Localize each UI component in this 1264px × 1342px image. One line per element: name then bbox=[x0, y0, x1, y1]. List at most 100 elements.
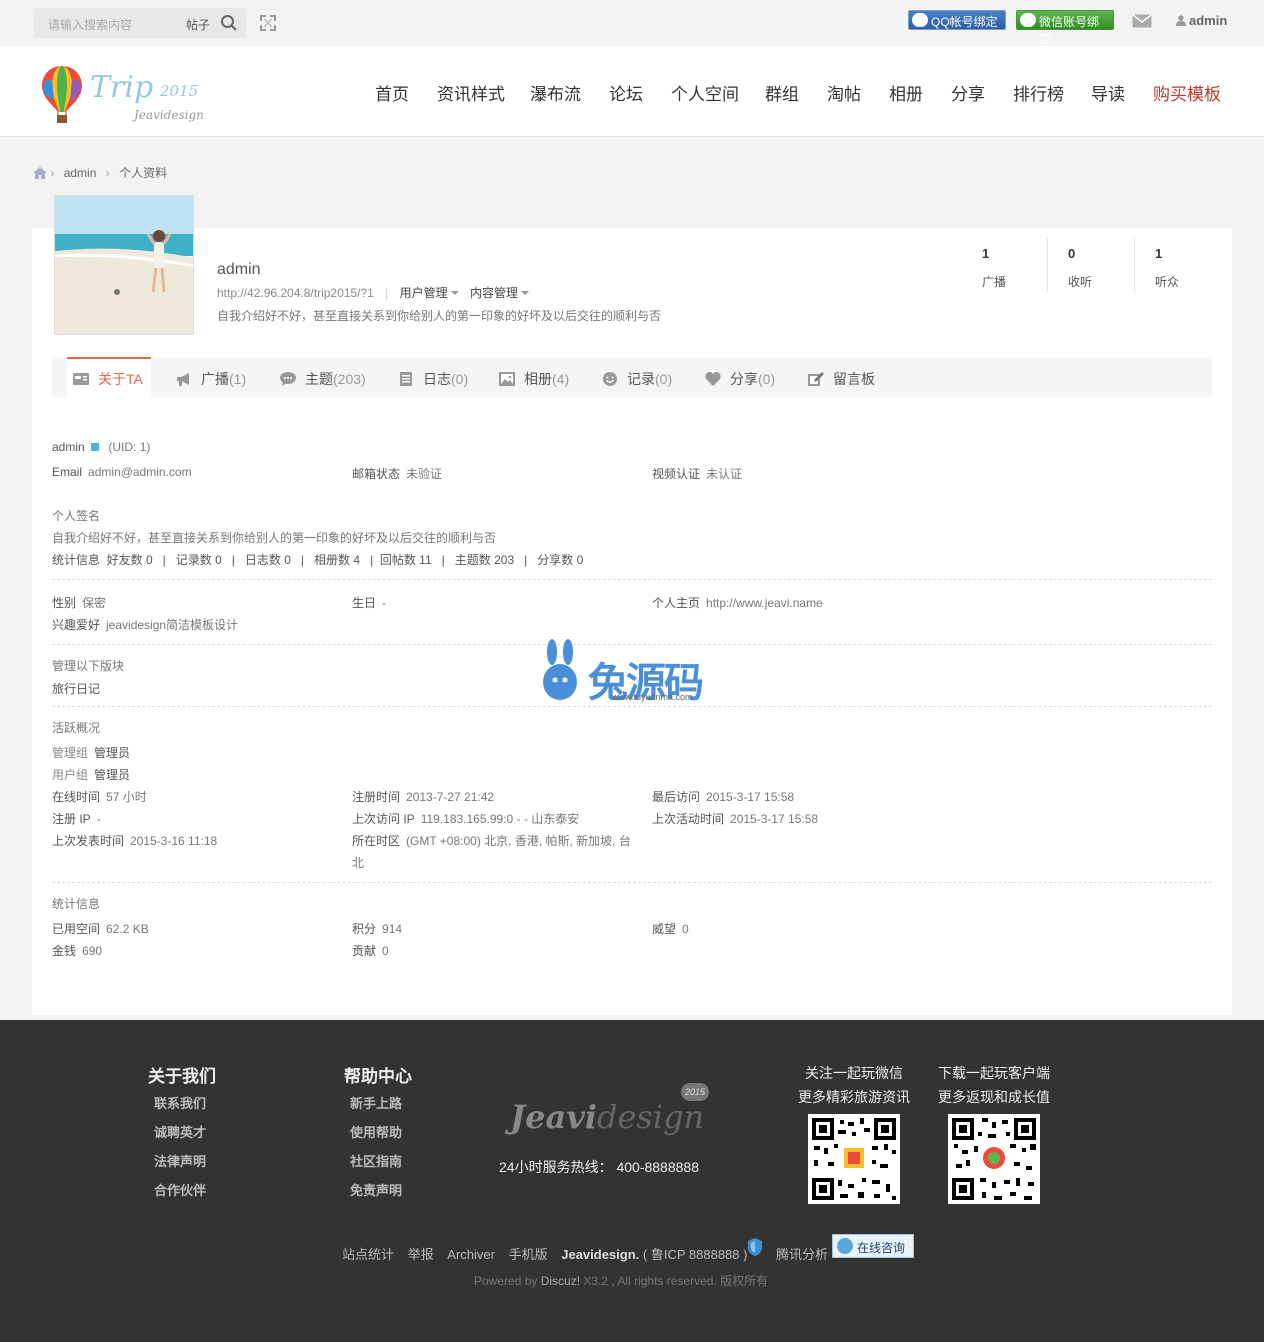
footer-link-jobs[interactable]: 诚聘英才 bbox=[154, 1122, 206, 1141]
shield-icon[interactable] bbox=[747, 1238, 763, 1256]
tab-label: 分享 bbox=[730, 371, 758, 387]
nav-space[interactable]: 个人空间 bbox=[671, 80, 739, 105]
managed-forum-link[interactable]: 旅行日记 bbox=[52, 680, 100, 697]
tab-broadcast[interactable]: 广播(1) bbox=[176, 357, 246, 397]
heart-icon bbox=[705, 372, 721, 386]
admin-group-value[interactable]: 管理员 bbox=[94, 746, 130, 760]
nav-ranking[interactable]: 排行榜 bbox=[1013, 80, 1064, 105]
tencent-analytics-link[interactable]: 腾讯分析 bbox=[776, 1244, 828, 1263]
smiley-icon bbox=[603, 372, 617, 386]
app-qr-subtitle: 更多返现和成长值 bbox=[938, 1089, 1050, 1105]
tab-label: 留言板 bbox=[833, 371, 875, 387]
search-scope-select[interactable]: 帖子 bbox=[186, 16, 210, 33]
footer-link-contact[interactable]: 联系我们 bbox=[154, 1093, 206, 1112]
divider bbox=[52, 579, 1212, 580]
tab-label: 记录 bbox=[627, 371, 655, 387]
prestige-row: 威望 0 bbox=[652, 920, 689, 937]
tab-album[interactable]: 相册(4) bbox=[499, 357, 569, 397]
admin-group-row: 管理组 管理员 bbox=[52, 744, 130, 761]
footer-link-report[interactable]: 举报 bbox=[408, 1247, 434, 1262]
tab-guestbook[interactable]: 留言板 bbox=[808, 357, 875, 397]
nav-album[interactable]: 相册 bbox=[889, 80, 923, 105]
footer-hotline: 24小时服务热线： 400-8888888 bbox=[499, 1159, 699, 1175]
stat-followers[interactable]: 1 听众 bbox=[1155, 246, 1241, 292]
nav-buy-template[interactable]: 购买模板 bbox=[1153, 80, 1221, 105]
tab-blog[interactable]: 日志(0) bbox=[398, 357, 468, 397]
footer-icp[interactable]: ( 鲁ICP 8888888 ) bbox=[643, 1247, 748, 1262]
hobby-value: jeavidesign简洁模板设计 bbox=[106, 618, 239, 632]
tab-threads[interactable]: 主题(203) bbox=[280, 357, 366, 397]
last-active-row: 上次活动时间 2015-3-17 15:58 bbox=[652, 810, 818, 827]
online-time-value: 57 小时 bbox=[106, 790, 147, 804]
wechat-bind-button[interactable]: 微信账号绑定 bbox=[1016, 10, 1114, 46]
nav-collection[interactable]: 淘帖 bbox=[827, 80, 861, 105]
search-box[interactable]: 请输入搜索内容 帖子 bbox=[34, 8, 246, 38]
user-group-value[interactable]: 管理员 bbox=[94, 768, 130, 782]
tab-share[interactable]: 分享(0) bbox=[705, 357, 775, 397]
homepage-row: 个人主页 http://www.jeavi.name bbox=[652, 594, 823, 611]
home-icon[interactable] bbox=[33, 167, 47, 179]
reg-ip-row: 注册 IP - bbox=[52, 810, 101, 827]
search-icon[interactable] bbox=[220, 14, 238, 32]
discuz-link[interactable]: Discuz! bbox=[541, 1274, 580, 1288]
last-ip-value: 119.183.165.99:0 - - 山东泰安 bbox=[420, 812, 580, 826]
qq-bind-button[interactable]: QQ帐号绑定 bbox=[908, 10, 1006, 30]
homepage-key: 个人主页 bbox=[652, 596, 701, 610]
footer-link-partners[interactable]: 合作伙伴 bbox=[154, 1180, 206, 1199]
footer-link-mobile[interactable]: 手机版 bbox=[509, 1247, 548, 1262]
contribution-row: 贡献 0 bbox=[352, 942, 389, 959]
statistics-title: 统计信息 bbox=[52, 897, 101, 911]
tab-records[interactable]: 记录(0) bbox=[602, 357, 672, 397]
email-key: Email bbox=[52, 465, 83, 479]
nav-share[interactable]: 分享 bbox=[951, 80, 985, 105]
profile-url[interactable]: http://42.96.204.8/trip2015/?1 bbox=[217, 286, 374, 300]
online-consult-button[interactable]: 在线咨询 bbox=[832, 1234, 914, 1258]
footer-brand[interactable]: Jeavidesign. bbox=[561, 1247, 639, 1262]
homepage-link[interactable]: http://www.jeavi.name bbox=[706, 596, 823, 610]
tab-about[interactable]: 关于TA bbox=[67, 357, 151, 397]
user-management-dropdown[interactable]: 用户管理 bbox=[400, 286, 448, 300]
footer-link-help[interactable]: 使用帮助 bbox=[350, 1122, 402, 1141]
footer-link-newbie[interactable]: 新手上路 bbox=[350, 1093, 402, 1112]
stat-label: 听众 bbox=[1155, 275, 1180, 289]
stat-number: 1 bbox=[982, 246, 990, 261]
gender-value: 保密 bbox=[82, 596, 107, 610]
nav-news[interactable]: 资讯样式 bbox=[437, 80, 505, 105]
mail-icon[interactable] bbox=[1132, 14, 1152, 28]
mail-status-key: 邮箱状态 bbox=[352, 467, 401, 481]
user-icon bbox=[1176, 15, 1186, 26]
content-management-dropdown[interactable]: 内容管理 bbox=[470, 286, 518, 300]
stat-broadcast[interactable]: 1 广播 bbox=[982, 246, 1068, 292]
birthday-key: 生日 bbox=[352, 596, 377, 610]
nav-forum[interactable]: 论坛 bbox=[609, 80, 643, 105]
detail-username[interactable]: admin bbox=[52, 440, 85, 454]
birthday-row: 生日 - bbox=[352, 594, 386, 611]
footer-link-legal[interactable]: 法律声明 bbox=[154, 1151, 206, 1170]
nav-home[interactable]: 首页 bbox=[375, 80, 409, 105]
footer-link-archiver[interactable]: Archiver bbox=[447, 1247, 495, 1262]
credit-key: 积分 bbox=[352, 922, 377, 936]
user-menu-link[interactable]: admin bbox=[1176, 13, 1227, 28]
nav-guide[interactable]: 导读 bbox=[1091, 80, 1125, 105]
footer-link-disclaimer[interactable]: 免责声明 bbox=[350, 1180, 402, 1199]
site-header: Trip 2015 Jeavidesign 首页 资讯样式 瀑布流 论坛 个人空… bbox=[0, 46, 1264, 137]
stats-counts: 统计信息 好友数 0 | 记录数 0 | 日志数 0 | 相册数 4 | 回帖数… bbox=[52, 553, 584, 567]
stat-label: 收听 bbox=[1068, 275, 1093, 289]
profile-card-icon bbox=[73, 373, 89, 385]
breadcrumb-separator: › bbox=[105, 166, 110, 180]
nav-waterfall[interactable]: 瀑布流 bbox=[530, 80, 581, 105]
chat-icon bbox=[837, 1238, 853, 1254]
footer-link-stats[interactable]: 站点统计 bbox=[342, 1247, 394, 1262]
profile-username: admin bbox=[217, 261, 261, 278]
breadcrumb-user[interactable]: admin bbox=[64, 166, 97, 180]
user-group-key: 用户组 bbox=[52, 768, 89, 782]
timezone-value: (GMT +08:00) 北京, 香港, 帕斯, 新加坡, 台 bbox=[406, 834, 631, 848]
nav-groups[interactable]: 群组 bbox=[765, 80, 799, 105]
avatar[interactable] bbox=[54, 195, 194, 335]
stat-number: 1 bbox=[1155, 246, 1163, 261]
stat-following[interactable]: 0 收听 bbox=[1068, 246, 1154, 292]
search-input[interactable]: 请输入搜索内容 bbox=[48, 16, 132, 33]
footer-link-guide[interactable]: 社区指南 bbox=[350, 1151, 402, 1170]
expand-icon[interactable] bbox=[259, 14, 277, 32]
footer-logo-badge: 2015 bbox=[681, 1083, 709, 1101]
